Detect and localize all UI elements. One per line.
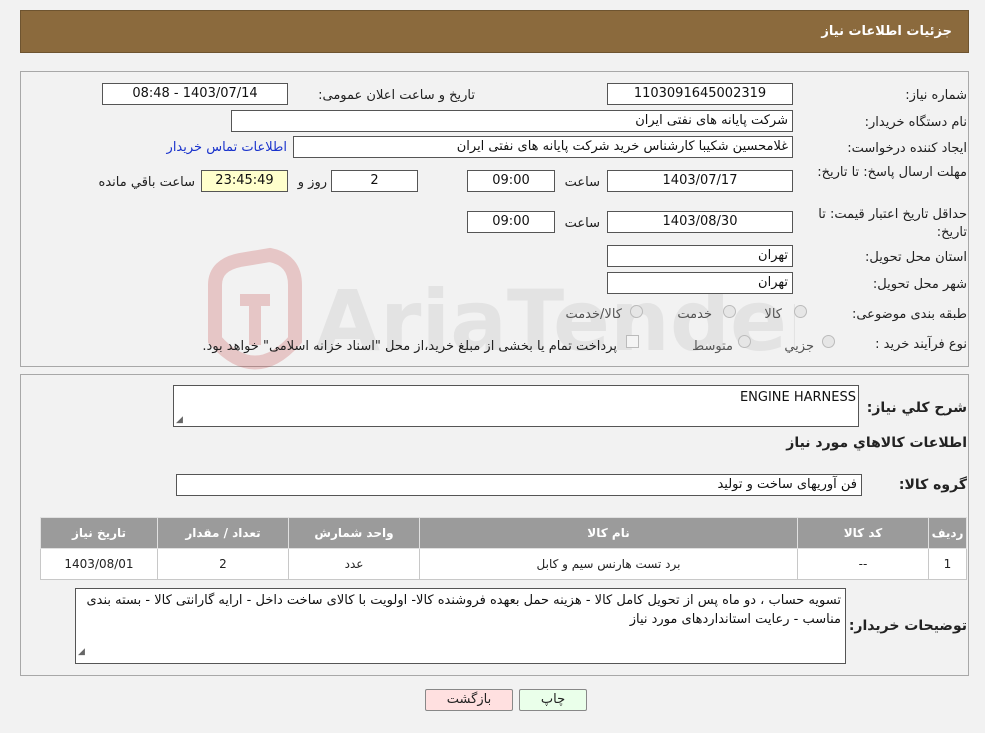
- category-goods-label: کالا: [764, 307, 782, 322]
- buyer-notes-text: تسویه حساب ، دو ماه پس از تحویل کامل کال…: [86, 593, 841, 627]
- group-field: فن آوریهای ساخت و تولید: [176, 474, 862, 496]
- validity-date-field: 1403/08/30: [607, 211, 793, 233]
- validity-label: حداقل تاریخ اعتبار قیمت: تا تاریخ:: [807, 206, 967, 242]
- cell-qty: 2: [157, 548, 289, 580]
- col-name: نام کالا: [419, 517, 798, 549]
- cell-name: برد تست هارنس سیم و کابل: [419, 548, 798, 580]
- need-number-label: شماره نیاز:: [905, 88, 967, 103]
- buyer-org-field: شرکت پایانه های نفتی ایران: [231, 110, 793, 132]
- group-label: گروه کالا:: [898, 477, 967, 493]
- category-goods-radio[interactable]: [794, 305, 807, 318]
- validity-time-field: 09:00: [467, 211, 555, 233]
- process-partial-radio[interactable]: [822, 335, 835, 348]
- creator-label: ایجاد کننده درخواست:: [847, 141, 967, 156]
- deadline-label: مهلت ارسال پاسخ: تا تاریخ:: [817, 164, 967, 182]
- creator-field: غلامحسین شکیبا کارشناس خرید شرکت پایانه …: [293, 136, 793, 158]
- days-field: 2: [331, 170, 418, 192]
- cell-code: --: [797, 548, 929, 580]
- validity-label-text: حداقل تاریخ اعتبار قیمت: تا تاریخ:: [818, 207, 967, 240]
- buyer-notes-label: توضيحات خريدار:: [848, 618, 967, 634]
- deadline-time-field: 09:00: [467, 170, 555, 192]
- buyer-contact-link[interactable]: اطلاعات تماس خریدار: [167, 140, 287, 155]
- process-partial-label: جزیي: [784, 339, 814, 354]
- payment-note: پرداخت تمام یا بخشی از مبلغ خرید،از محل …: [202, 339, 617, 354]
- cell-unit: عدد: [288, 548, 420, 580]
- summary-text: ENGINE HARNESS: [739, 390, 856, 405]
- cell-row: 1: [928, 548, 967, 580]
- category-goods-service-label: کالا/خدمت: [565, 307, 622, 322]
- city-field: تهران: [607, 272, 793, 294]
- days-label: روز و: [297, 175, 327, 190]
- back-button[interactable]: بازگشت: [425, 689, 513, 711]
- validity-time-label: ساعت: [564, 216, 600, 231]
- items-table-header: رديف کد کالا نام کالا واحد شمارش تعداد /…: [40, 517, 967, 549]
- category-label: طبقه بندی موضوعی:: [851, 307, 967, 322]
- category-goods-service-radio[interactable]: [630, 305, 643, 318]
- print-button[interactable]: چاپ: [519, 689, 587, 711]
- col-unit: واحد شمارش: [288, 517, 420, 549]
- process-medium-label: متوسط: [692, 339, 733, 354]
- need-number-field: 1103091645002319: [607, 83, 793, 105]
- treasury-bonds-checkbox[interactable]: [626, 335, 639, 348]
- summary-label: شرح کلي نياز:: [866, 400, 967, 416]
- deadline-label-text: مهلت ارسال پاسخ: تا تاریخ:: [817, 165, 967, 180]
- deadline-time-label: ساعت: [564, 175, 600, 190]
- page-title: جزئیات اطلاعات نیاز: [821, 24, 952, 39]
- col-date: تاريخ نياز: [40, 517, 158, 549]
- items-section-title: اطلاعات کالاهاي مورد نياز: [786, 435, 967, 451]
- remaining-time-field: 23:45:49: [201, 170, 288, 192]
- category-service-label: خدمت: [677, 307, 712, 322]
- city-label: شهر محل تحویل:: [872, 277, 967, 292]
- province-field: تهران: [607, 245, 793, 267]
- announce-datetime-field: 1403/07/14 - 08:48: [102, 83, 288, 105]
- category-service-radio[interactable]: [723, 305, 736, 318]
- buyer-org-label: نام دستگاه خریدار:: [864, 115, 967, 130]
- resize-grip-icon: ◢: [176, 415, 183, 425]
- cell-date: 1403/08/01: [40, 548, 158, 580]
- announce-label: تاریخ و ساعت اعلان عمومی:: [318, 88, 475, 103]
- process-medium-radio[interactable]: [738, 335, 751, 348]
- table-row: 1 -- برد تست هارنس سیم و کابل عدد 2 1403…: [40, 548, 967, 580]
- buyer-notes-textarea[interactable]: تسویه حساب ، دو ماه پس از تحویل کامل کال…: [75, 588, 846, 664]
- process-label: نوع فرآیند خرید :: [875, 337, 967, 352]
- col-row: رديف: [928, 517, 967, 549]
- col-code: کد کالا: [797, 517, 929, 549]
- province-label: استان محل تحویل:: [865, 250, 967, 265]
- items-table: رديف کد کالا نام کالا واحد شمارش تعداد /…: [40, 517, 967, 580]
- col-qty: تعداد / مقدار: [157, 517, 289, 549]
- page-header: جزئیات اطلاعات نیاز: [20, 10, 969, 53]
- summary-textarea[interactable]: ENGINE HARNESS ◢: [173, 385, 859, 427]
- resize-grip-icon: ◢: [78, 647, 85, 657]
- deadline-date-field: 1403/07/17: [607, 170, 793, 192]
- remaining-label: ساعت باقي مانده: [98, 175, 195, 190]
